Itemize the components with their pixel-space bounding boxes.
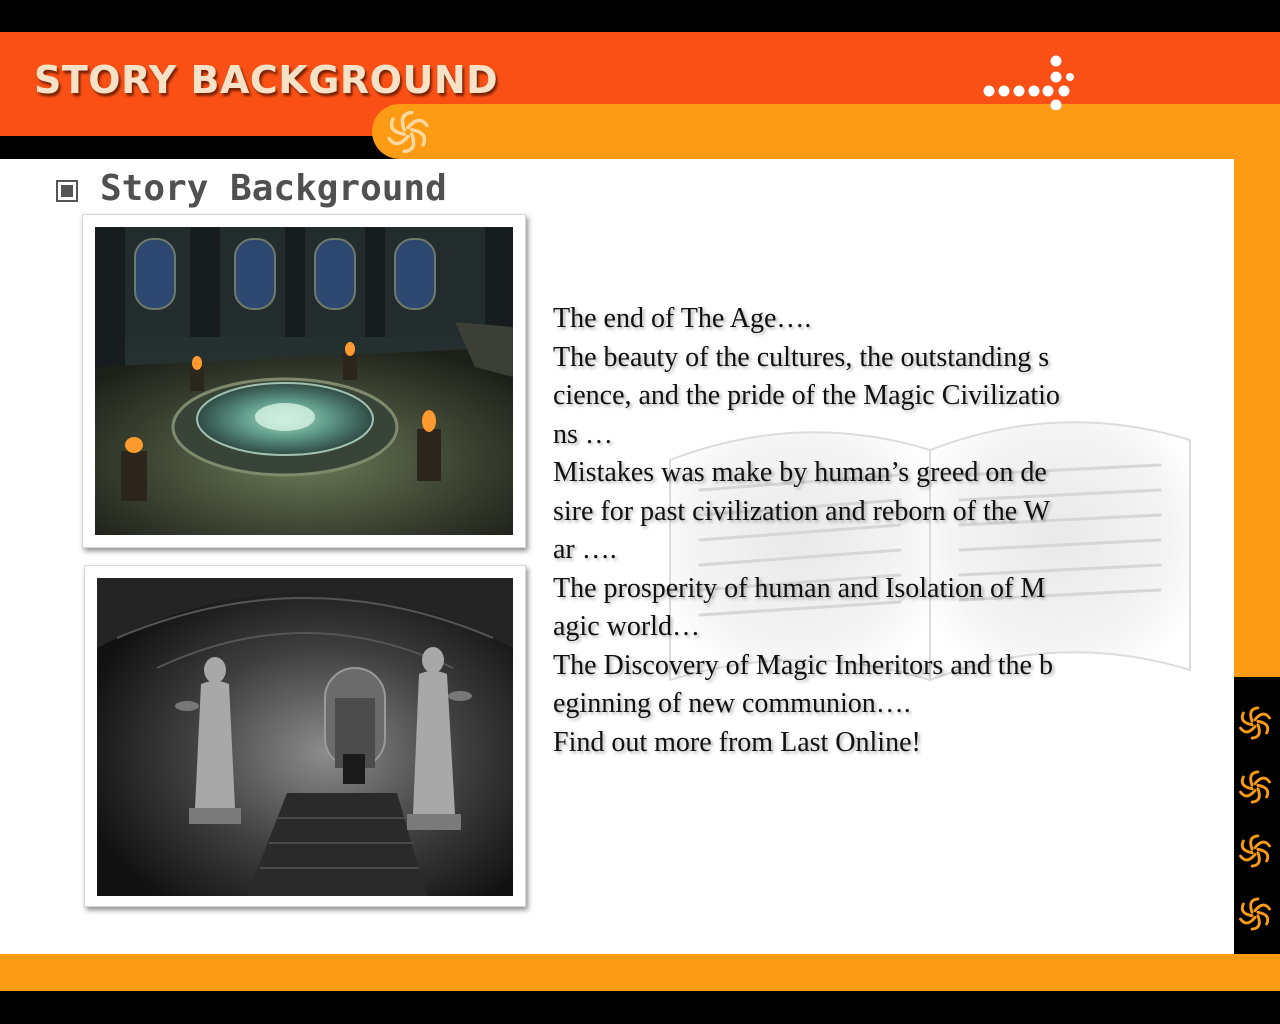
header-accent-strip	[372, 104, 1280, 159]
story-line: sire for past civilization and reborn of…	[553, 495, 1051, 527]
story-line: Mistakes was make by human’s greed on de	[553, 457, 1047, 488]
swirl-icon	[1239, 770, 1271, 804]
story-line: The Discovery of Magic Inheritors and th…	[553, 649, 1053, 681]
statue-chamber-screenshot	[97, 578, 513, 896]
story-line: The beauty of the cultures, the outstand…	[553, 341, 1050, 373]
slide-title: STORY BACKGROUND	[34, 58, 499, 102]
story-line: The prosperity of human and Isolation of…	[553, 572, 1046, 604]
presentation-slide: STORY BACKGROUND Story Background The en…	[0, 0, 1280, 1024]
story-line: ns …	[553, 418, 613, 450]
swirl-icon	[1239, 897, 1271, 931]
swirl-icon	[1239, 834, 1271, 868]
story-line: Find out more from Last Online!	[553, 726, 921, 758]
right-accent-bar	[1234, 159, 1280, 677]
story-text-block: The end of The Age…. The beauty of the c…	[553, 300, 1193, 762]
story-line: ar ….	[553, 534, 617, 565]
footer-band	[0, 954, 1280, 991]
story-line: eginning of new communion….	[553, 688, 911, 719]
statue-chamber-screenshot-frame	[84, 565, 526, 907]
story-line: cience, and the pride of the Magic Civil…	[553, 380, 1060, 411]
temple-hall-screenshot-frame	[82, 214, 526, 548]
story-line: agic world…	[553, 611, 700, 642]
swirl-icon	[1239, 706, 1271, 740]
story-line: The end of The Age….	[553, 303, 812, 334]
dots-ornament-icon	[983, 55, 1074, 110]
square-bullet-icon	[56, 180, 78, 202]
section-heading: Story Background	[100, 168, 447, 209]
swirl-icon	[387, 110, 429, 154]
temple-hall-screenshot	[95, 227, 513, 535]
